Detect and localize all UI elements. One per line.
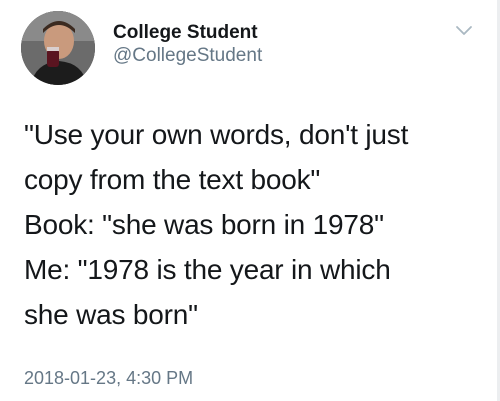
chevron-down-icon[interactable] <box>455 25 473 37</box>
tweet-card: College Student @CollegeStudent "Use you… <box>0 0 500 401</box>
tweet-text-line: Me: "1978 is the year in which <box>24 254 391 285</box>
avatar[interactable] <box>21 11 95 85</box>
profile-photo-icon <box>21 11 95 85</box>
tweet-text-line: she was born" <box>24 299 198 330</box>
tweet-text-line: Book: "she was born in 1978" <box>24 209 384 240</box>
tweet-timestamp[interactable]: 2018-01-23, 4:30 PM <box>24 368 193 389</box>
author-display-name[interactable]: College Student <box>113 22 258 44</box>
tweet-text-line: "Use your own words, don't just <box>24 119 409 150</box>
tweet-text: "Use your own words, don't just copy fro… <box>24 112 484 337</box>
author-handle[interactable]: @CollegeStudent <box>113 45 262 67</box>
tweet-text-line: copy from the text book" <box>24 164 321 195</box>
